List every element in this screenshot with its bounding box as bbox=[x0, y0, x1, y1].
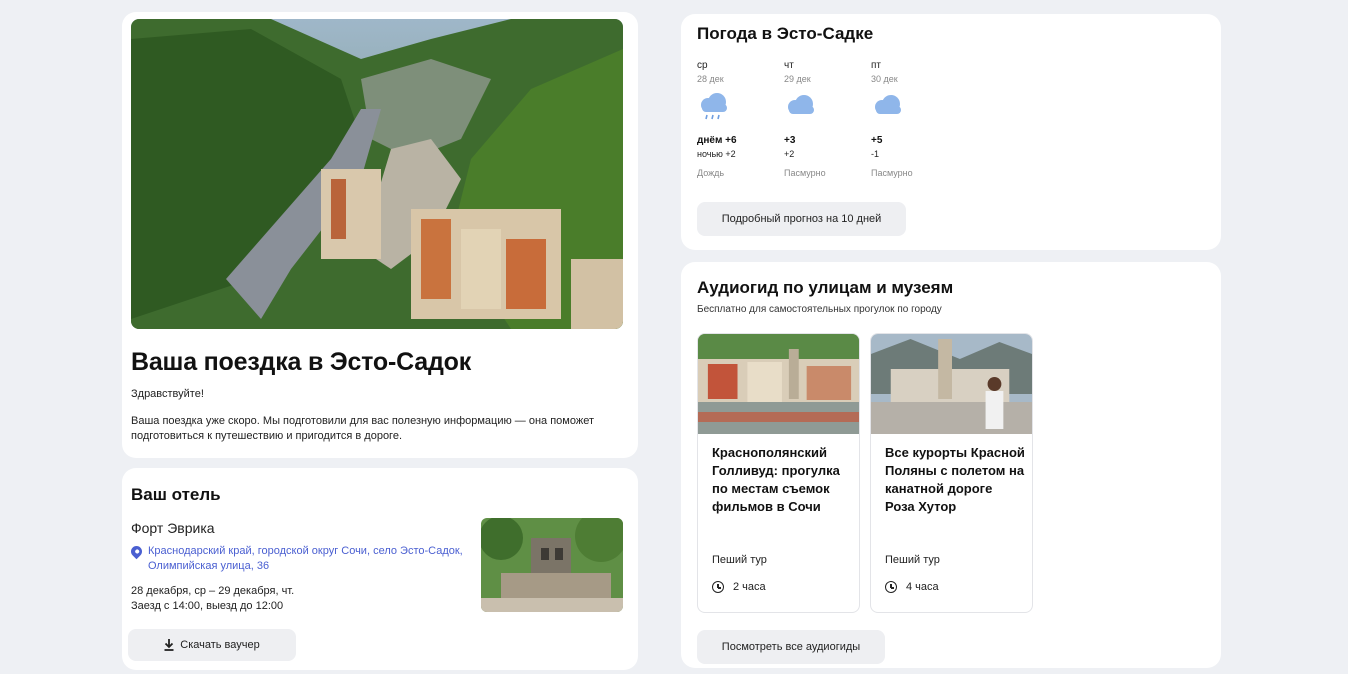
trip-description: Ваша поездка уже скоро. Мы подготовили д… bbox=[131, 415, 595, 442]
day-date: 30 дек bbox=[871, 74, 898, 84]
weather-card: Погода в Эсто-Садке ср 28 дек днём +6 но… bbox=[681, 14, 1221, 250]
tour-type: Пеший тур bbox=[712, 554, 767, 566]
all-audio-guides-label: Посмотреть все аудиогиды bbox=[721, 641, 861, 653]
all-audio-guides-button[interactable]: Посмотреть все аудиогиды bbox=[697, 630, 885, 664]
hotel-card: Ваш отель Форт Эврика Краснодарский край… bbox=[122, 468, 638, 670]
weather-condition: Пасмурно bbox=[784, 168, 826, 178]
day-date: 29 дек bbox=[784, 74, 811, 84]
hotel-address-text: Краснодарский край, городской округ Сочи… bbox=[148, 545, 463, 572]
tour-duration-text: 4 часа bbox=[906, 581, 939, 593]
trip-greeting: Здравствуйте! bbox=[131, 388, 204, 400]
tour-duration: 2 часа bbox=[712, 581, 766, 593]
day-temperature: +5 bbox=[871, 135, 883, 146]
trip-title: Ваша поездка в Эсто-Садок bbox=[131, 348, 472, 376]
checkin-times: Заезд с 14:00, выезд до 12:00 bbox=[131, 600, 284, 612]
clock-icon bbox=[712, 581, 724, 593]
weather-day: чт 29 дек +3 +2 Пасмурно bbox=[784, 60, 864, 178]
clock-icon bbox=[885, 581, 897, 593]
location-pin-icon bbox=[128, 543, 145, 560]
audio-guide-title: Аудиогид по улицам и музеям bbox=[697, 278, 954, 297]
day-name: ср bbox=[697, 60, 708, 71]
tour-type: Пеший тур bbox=[885, 554, 940, 566]
day-temperature: днём +6 bbox=[697, 135, 737, 146]
audio-tour-card[interactable]: Краснополянский Голливуд: прогулка по ме… bbox=[697, 333, 860, 613]
cloud-icon bbox=[875, 95, 901, 114]
tour-title: Краснополянский Голливуд: прогулка по ме… bbox=[712, 445, 840, 514]
audio-guide-subtitle: Бесплатно для самостоятельных прогулок п… bbox=[697, 304, 942, 315]
audio-guide-card: Аудиогид по улицам и музеям Бесплатно дл… bbox=[681, 262, 1221, 668]
weather-condition: Дождь bbox=[697, 168, 725, 178]
day-name: чт bbox=[784, 60, 794, 71]
day-temperature: +3 bbox=[784, 135, 796, 146]
night-temperature: +2 bbox=[784, 149, 795, 159]
weather-day: пт 30 дек +5 -1 Пасмурно bbox=[871, 60, 951, 178]
tour-duration: 4 часа bbox=[885, 581, 939, 593]
download-voucher-label: Скачать ваучер bbox=[180, 639, 260, 651]
rain-cloud-icon bbox=[701, 93, 727, 120]
cloud-icon bbox=[788, 95, 814, 114]
download-voucher-button[interactable]: Скачать ваучер bbox=[128, 629, 296, 661]
tour-photo bbox=[871, 334, 1032, 434]
night-temperature: -1 bbox=[871, 149, 880, 159]
weather-condition: Пасмурно bbox=[871, 168, 913, 178]
night-temperature: ночью +2 bbox=[697, 149, 736, 159]
tour-photo bbox=[698, 334, 859, 434]
hotel-dates: 28 декабря, ср – 29 декабря, чт. Заезд с… bbox=[131, 584, 294, 614]
trip-card: Ваша поездка в Эсто-Садок Здравствуйте! … bbox=[122, 12, 638, 458]
detailed-forecast-label: Подробный прогноз на 10 дней bbox=[721, 213, 882, 225]
weather-day: ср 28 дек днём +6 ночью +2 Дождь bbox=[697, 60, 777, 178]
hotel-photo bbox=[481, 518, 623, 612]
detailed-forecast-button[interactable]: Подробный прогноз на 10 дней bbox=[697, 202, 906, 236]
resort-valley-photo bbox=[131, 19, 623, 329]
stay-dates: 28 декабря, ср – 29 декабря, чт. bbox=[131, 585, 295, 597]
audio-tour-card[interactable]: Все курорты Красной Поляны с полетом на … bbox=[870, 333, 1033, 613]
tour-duration-text: 2 часа bbox=[733, 581, 766, 593]
hotel-address-link[interactable]: Краснодарский край, городской округ Сочи… bbox=[128, 543, 471, 574]
hotel-name: Форт Эврика bbox=[131, 520, 215, 536]
download-icon bbox=[164, 639, 174, 651]
tour-title: Все курорты Красной Поляны с полетом на … bbox=[885, 445, 1025, 514]
day-date: 28 дек bbox=[697, 74, 724, 84]
weather-title: Погода в Эсто-Садке bbox=[697, 24, 874, 43]
day-name: пт bbox=[871, 60, 881, 71]
hotel-heading: Ваш отель bbox=[131, 485, 221, 504]
